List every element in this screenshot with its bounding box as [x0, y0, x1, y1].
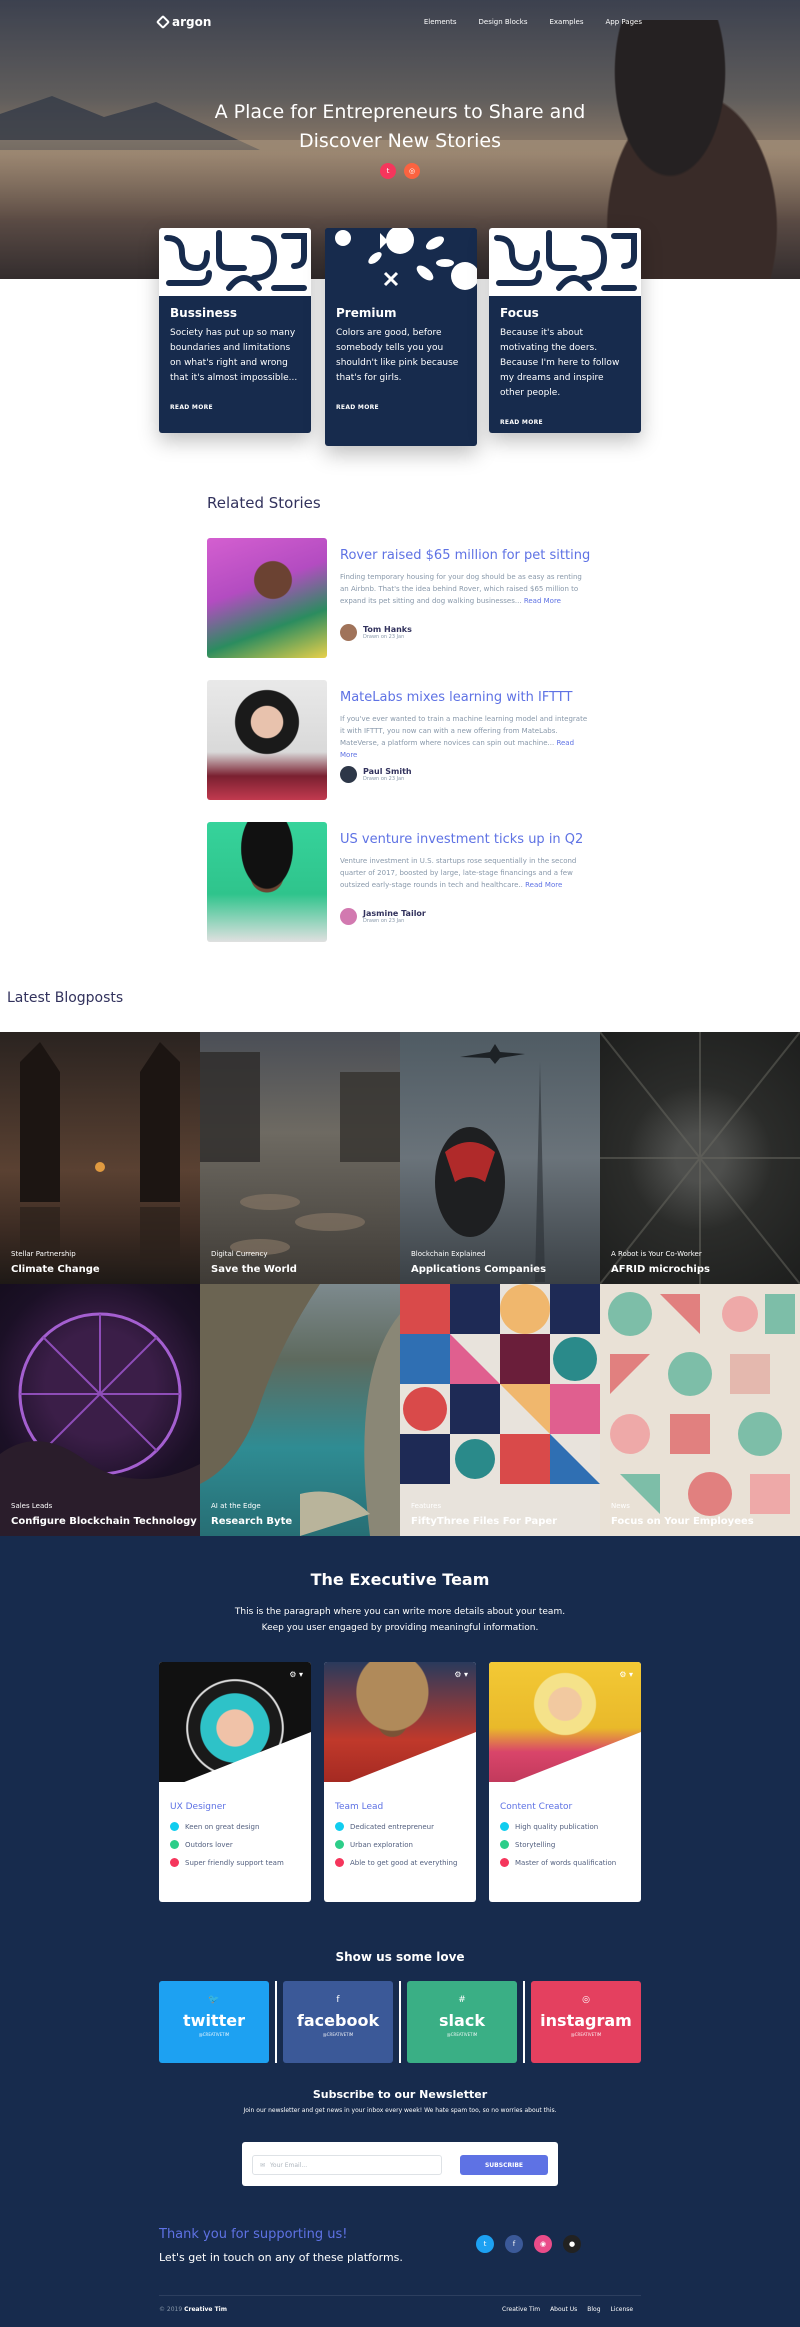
instagram-icon[interactable]: ◎: [404, 163, 420, 179]
avatar: [340, 766, 357, 783]
newsletter-subtitle: Join our newsletter and get news in your…: [243, 2107, 557, 2114]
story-item: Rover raised $65 million for pet sitting…: [207, 538, 593, 658]
check-icon: [500, 1822, 509, 1831]
copyright-link[interactable]: Creative Tim: [184, 2306, 227, 2313]
related-stories-title: Related Stories: [207, 494, 321, 512]
footer-thanks: Thank you for supporting us!: [159, 2227, 348, 2242]
team-member-card: ⚙ ▾ UX Designer Keen on great design Out…: [159, 1662, 311, 1902]
argon-logo-icon: [155, 14, 171, 30]
email-field[interactable]: ✉ Your Email...: [252, 2155, 442, 2175]
check-icon: [335, 1858, 344, 1867]
story-title[interactable]: US venture investment ticks up in Q2: [340, 832, 583, 847]
newsletter-title: Subscribe to our Newsletter: [312, 2088, 488, 2101]
hero-title: A Place for Entrepreneurs to Share and Di…: [214, 101, 586, 152]
avatar: [340, 624, 357, 641]
brand-logo[interactable]: argon: [155, 14, 211, 30]
read-more-link[interactable]: Read More: [524, 597, 561, 605]
facebook-button[interactable]: f facebook @CREATIVETIM: [283, 1981, 393, 2063]
feature-card-business: Bussiness Society has put up so many bou…: [159, 228, 311, 433]
story-image[interactable]: [207, 538, 327, 658]
footer-link-about[interactable]: About Us: [550, 2306, 577, 2313]
doodle-pattern: [159, 228, 311, 296]
more-options-icon[interactable]: ⚙ ▾: [454, 1670, 468, 1679]
check-icon: [335, 1822, 344, 1831]
blog-tile[interactable]: AI at the Edge Research Byte: [200, 1284, 400, 1536]
story-image[interactable]: [207, 680, 327, 800]
avatar: [340, 908, 357, 925]
slack-button[interactable]: # slack @CREATIVETIM: [407, 1981, 517, 2063]
copyright: © 2019 Creative Tim: [159, 2306, 227, 2313]
check-icon: [170, 1858, 179, 1867]
footer-link-creative-tim[interactable]: Creative Tim: [502, 2306, 540, 2313]
twitter-icon[interactable]: t: [380, 163, 396, 179]
nav-design-blocks[interactable]: Design Blocks: [479, 18, 528, 26]
shape-pattern: [325, 228, 477, 296]
story-title[interactable]: Rover raised $65 million for pet sitting: [340, 548, 590, 563]
newsletter-form: ✉ Your Email... SUBSCRIBE: [242, 2142, 558, 2186]
twitter-button[interactable]: 🐦 twitter @CREATIVETIM: [159, 1981, 269, 2063]
slack-icon: #: [458, 1995, 466, 2005]
team-member-card: ⚙ ▾ Content Creator High quality publica…: [489, 1662, 641, 1902]
story-image[interactable]: [207, 822, 327, 942]
story-title[interactable]: MateLabs mixes learning with IFTTT: [340, 690, 572, 705]
team-member-card: ⚙ ▾ Team Lead Dedicated entrepreneur Urb…: [324, 1662, 476, 1902]
facebook-icon: f: [336, 1995, 340, 2005]
latest-blogposts-title: Latest Blogposts: [7, 990, 124, 1006]
nav-examples[interactable]: Examples: [549, 18, 583, 26]
more-options-icon[interactable]: ⚙ ▾: [619, 1670, 633, 1679]
blog-tile[interactable]: Sales Leads Configure Blockchain Technolo…: [0, 1284, 200, 1536]
instagram-button[interactable]: ◎ instagram @CREATIVETIM: [531, 1981, 641, 2063]
blog-tile[interactable]: Stellar Partnership Climate Change: [0, 1032, 200, 1284]
read-more-link[interactable]: Read More: [525, 881, 562, 889]
story-item: MateLabs mixes learning with IFTTT If yo…: [207, 680, 593, 800]
feature-card-premium: Premium Colors are good, before somebody…: [325, 228, 477, 446]
doodle-pattern: [489, 228, 641, 296]
github-icon[interactable]: ●: [563, 2235, 581, 2253]
twitter-icon: 🐦: [208, 1995, 220, 2005]
read-more-link[interactable]: READ MORE: [500, 419, 630, 426]
blog-tile[interactable]: A Robot is Your Co-Worker AFRID microchip…: [600, 1032, 800, 1284]
email-icon: ✉: [260, 2161, 266, 2169]
check-icon: [500, 1840, 509, 1849]
blog-tile[interactable]: Blockchain Explained Applications Compani…: [400, 1032, 600, 1284]
navbar: argon Elements Design Blocks Examples Ap…: [155, 12, 643, 32]
facebook-icon[interactable]: f: [505, 2235, 523, 2253]
read-more-link[interactable]: READ MORE: [336, 404, 466, 411]
feature-card-focus: Focus Because it's about motivating the …: [489, 228, 641, 433]
read-more-link[interactable]: READ MORE: [170, 404, 300, 411]
dribbble-icon[interactable]: ◉: [534, 2235, 552, 2253]
blog-tile[interactable]: Digital Currency Save the World: [200, 1032, 400, 1284]
team-title: The Executive Team: [310, 1570, 490, 1589]
check-icon: [335, 1840, 344, 1849]
footer-link-license[interactable]: License: [611, 2306, 634, 2313]
footer-touch: Let's get in touch on any of these platf…: [159, 2251, 403, 2264]
check-icon: [170, 1840, 179, 1849]
story-item: US venture investment ticks up in Q2 Ven…: [207, 822, 593, 942]
more-options-icon[interactable]: ⚙ ▾: [289, 1670, 303, 1679]
blog-tile[interactable]: News Focus on Your Employees: [600, 1284, 800, 1536]
team-section: The Executive Team This is the paragraph…: [0, 1536, 800, 2327]
subscribe-button[interactable]: SUBSCRIBE: [460, 2155, 548, 2175]
nav-elements[interactable]: Elements: [424, 18, 457, 26]
story-text: If you've ever wanted to train a machine…: [340, 715, 588, 747]
check-icon: [170, 1822, 179, 1831]
nav-app-pages[interactable]: App Pages: [606, 18, 643, 26]
footer-link-blog[interactable]: Blog: [587, 2306, 600, 2313]
show-love-title: Show us some love: [335, 1950, 465, 1964]
instagram-icon: ◎: [582, 1995, 590, 2005]
twitter-icon[interactable]: t: [476, 2235, 494, 2253]
check-icon: [500, 1858, 509, 1867]
blog-tile[interactable]: Features FiftyThree Files For Paper: [400, 1284, 600, 1536]
